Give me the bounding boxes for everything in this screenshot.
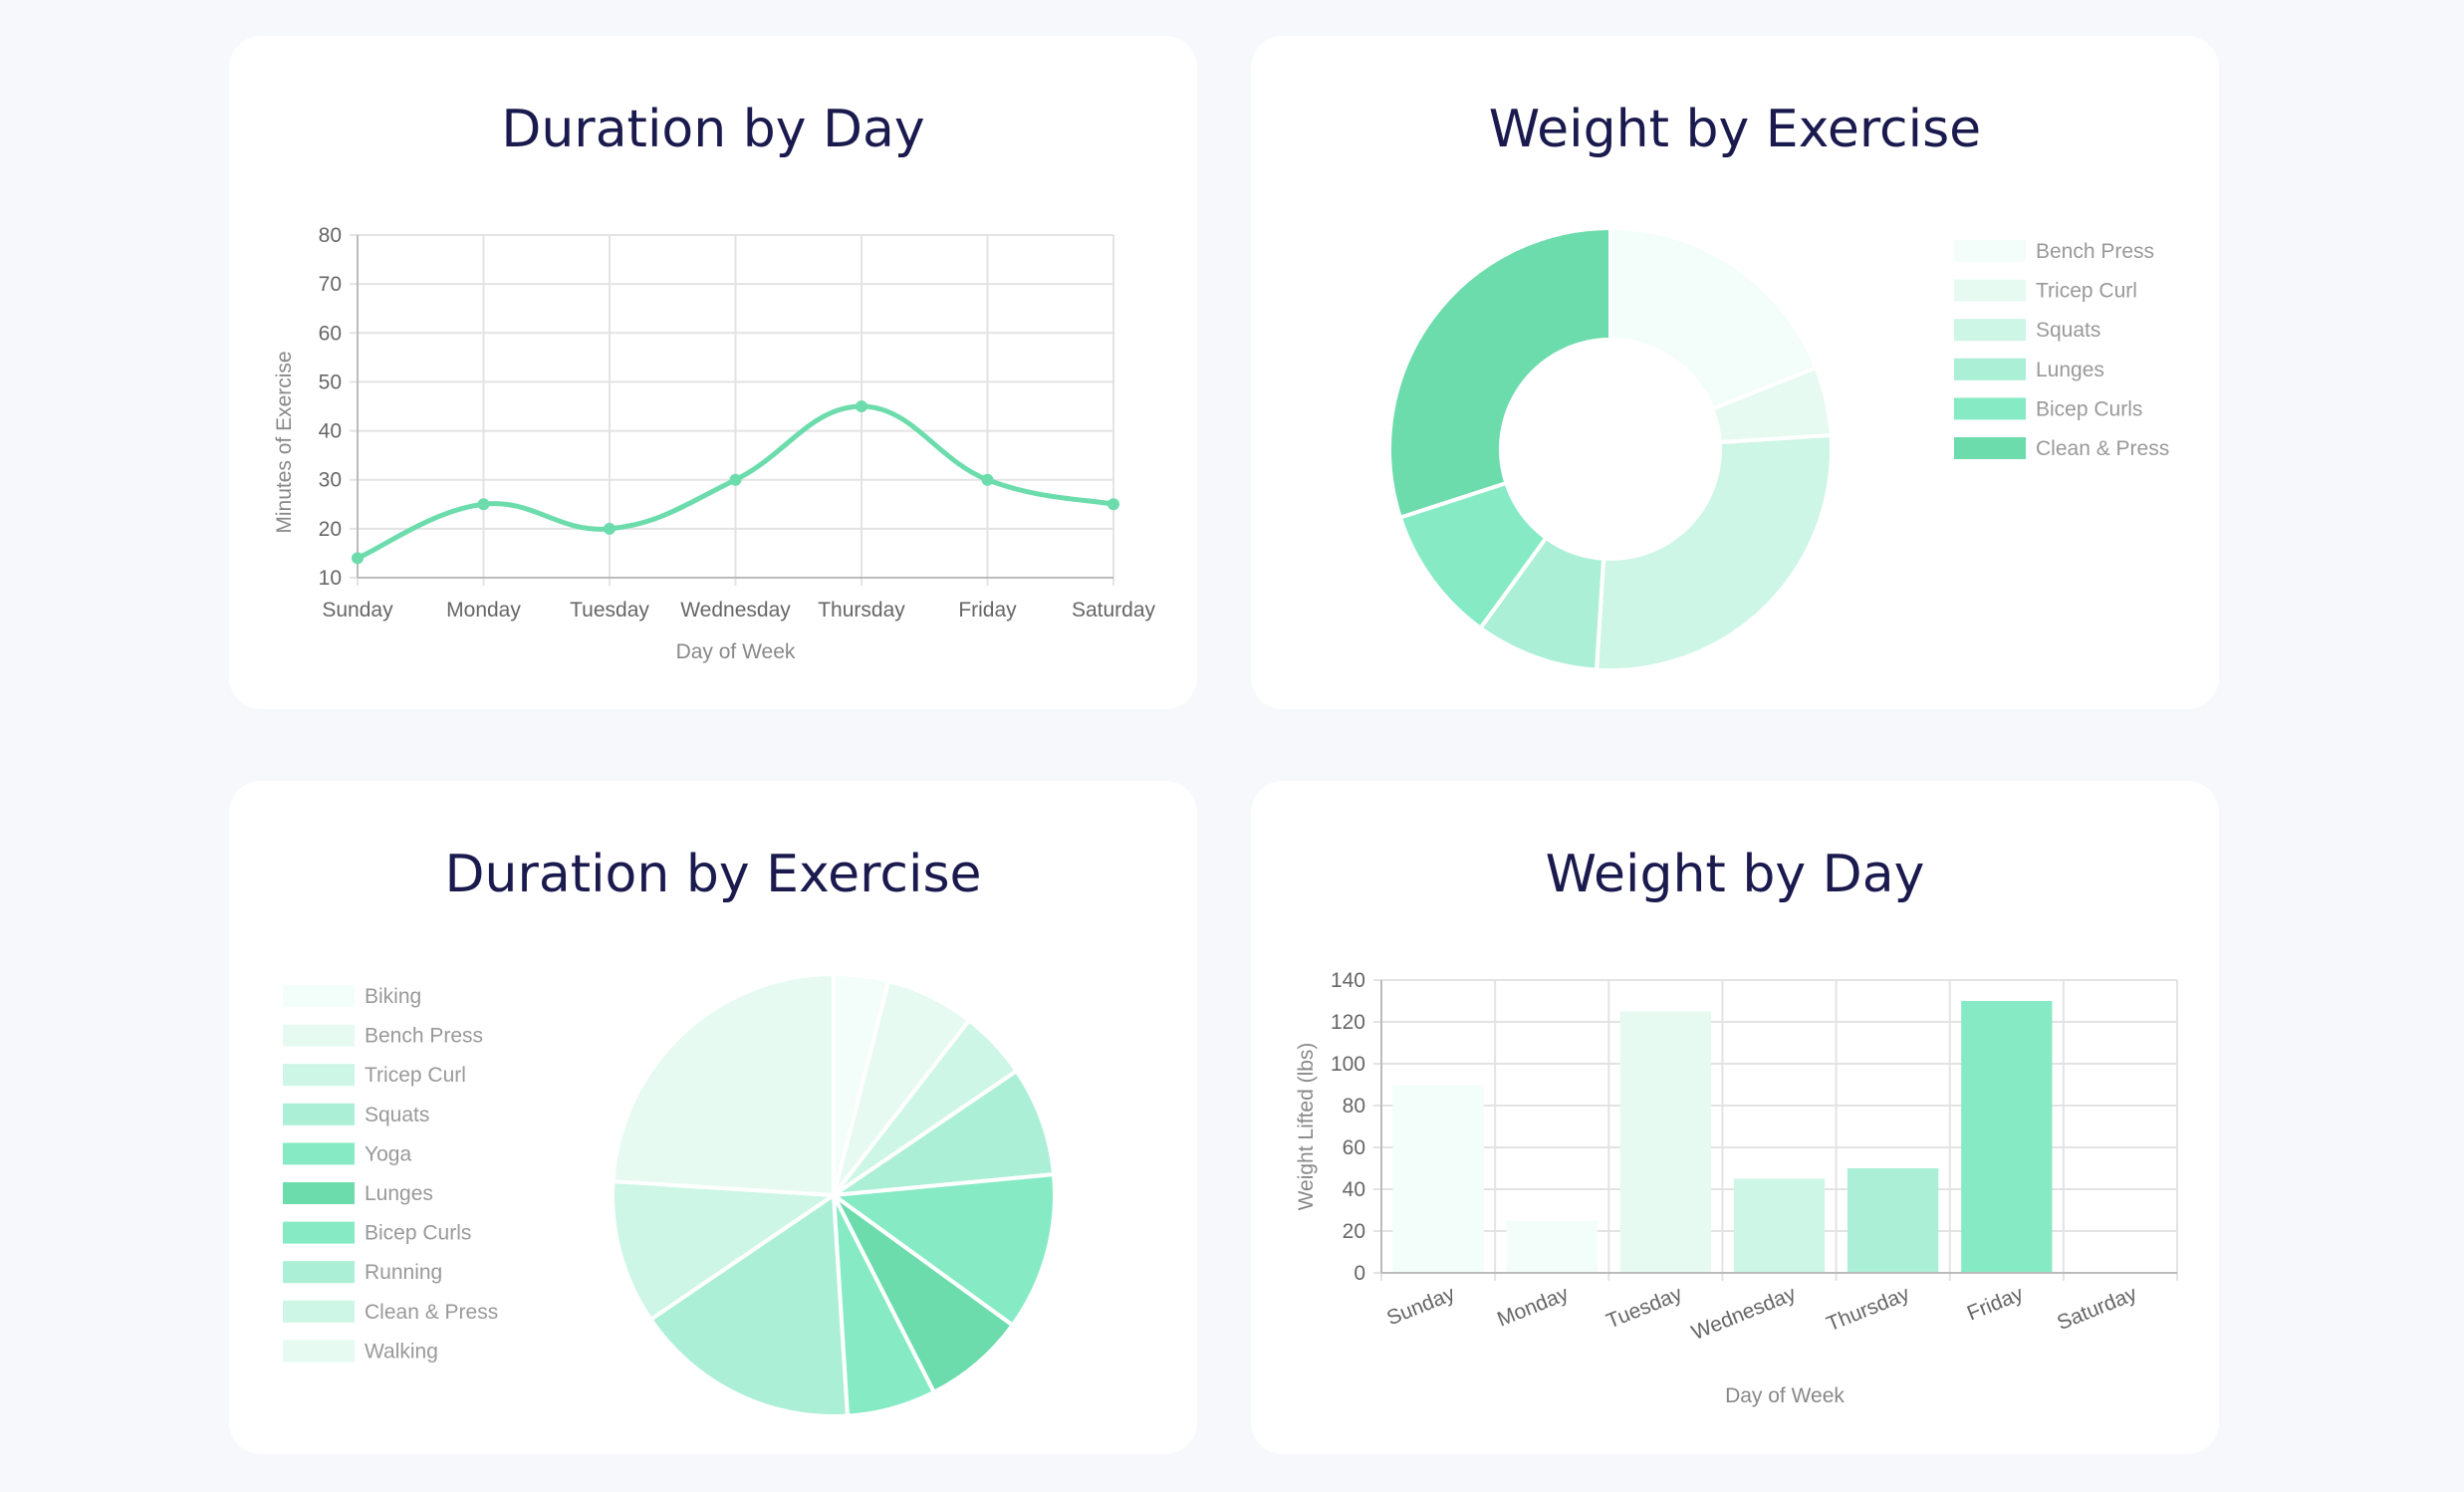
y-tick-label: 140 [1331,969,1365,992]
legend-label: Running [365,1261,442,1284]
legend-swatch [283,1261,355,1284]
legend-label: Clean & Press [365,1301,498,1324]
legend-label: Walking [365,1340,438,1363]
data-point [477,498,490,511]
legend-swatch [283,1142,355,1165]
y-tick-label: 70 [319,273,342,296]
legend-swatch [1954,279,2026,302]
y-axis-title: Weight Lifted (lbs) [1295,1043,1318,1211]
x-tick-label: Monday [1494,1282,1572,1331]
weight-by-day-card: Weight by Day 0 20 40 60 80 100 120 140 Sunday Mo… [1251,781,2219,1454]
x-tick-label: Sunday [322,599,393,622]
legend-swatch [283,985,355,1007]
y-tick-label: 30 [319,469,342,492]
legend-label: Yoga [365,1142,411,1165]
y-tick-label: 20 [319,518,342,541]
x-tick-label: Friday [1964,1282,2027,1325]
data-point [1108,498,1119,511]
bar [1847,1168,1939,1273]
x-tick-label: Thursday [818,599,905,622]
duration-by-exercise-chart: Biking Bench Press Tricep Curl Squats Yoga Lu… [283,971,1057,1418]
data-point [352,552,364,565]
x-tick-label: Monday [446,599,521,622]
legend-swatch [1954,397,2026,420]
x-tick-label: Saturday [1072,599,1156,622]
legend-label: Lunges [365,1182,433,1205]
legend-label: Bench Press [365,1025,483,1048]
weight-by-day-chart: 0 20 40 60 80 100 120 140 Sunday Monday Tuesday Wed… [1295,969,2178,1407]
x-axis-title: Day of Week [676,640,796,663]
y-tick-label: 0 [1354,1262,1365,1285]
legend-label: Tricep Curl [365,1064,466,1087]
weight-by-exercise-chart: Bench Press Tricep Curl Squats Lunges Bicep … [1387,225,2169,672]
y-tick-label: 20 [1343,1220,1365,1243]
bar [1733,1178,1826,1273]
legend-label: Lunges [2036,359,2104,381]
legend-label: Biking [365,985,421,1008]
x-tick-label: Friday [958,599,1017,622]
y-tick-label: 40 [319,420,342,443]
x-tick-label: Thursday [1824,1282,1913,1336]
legend-swatch [283,1024,355,1047]
slice [1387,225,1612,521]
slice [1594,432,1834,672]
duration-by-day-card: Duration by Day 10 20 30 40 50 60 70 80 Sunday Mo… [229,36,1197,709]
legend-label: Bench Press [2036,240,2154,263]
legend-swatch [1954,240,2026,262]
x-tick-label: Tuesday [570,599,649,622]
y-tick-label: 120 [1331,1011,1365,1034]
y-tick-label: 60 [319,322,342,345]
x-tick-label: Wednesday [1688,1282,1800,1345]
legend-swatch [283,1340,355,1363]
data-point [729,473,742,486]
legend-swatch [283,1064,355,1087]
x-tick-label: Saturday [2054,1282,2140,1335]
y-tick-label: 80 [319,224,342,247]
duration-by-exercise-card: Duration by Exercise Biking Bench Press Tr… [229,781,1197,1454]
y-tick-label: 40 [1343,1178,1365,1201]
legend-swatch [1954,437,2026,459]
slice [611,971,836,1198]
bar [1506,1220,1598,1273]
y-tick-label: 80 [1343,1095,1365,1118]
x-tick-label: Tuesday [1603,1282,1686,1333]
legend-swatch [283,1103,355,1125]
legend-label: Clean & Press [2036,437,2169,460]
legend-swatch [1954,358,2026,380]
legend-label: Squats [365,1104,429,1126]
y-tick-label: 60 [1343,1136,1365,1159]
x-tick-label: Sunday [1383,1282,1458,1330]
x-tick-label: Wednesday [680,599,791,622]
legend-swatch [283,1221,355,1244]
legend-label: Squats [2036,319,2100,342]
bar [1392,1085,1484,1273]
bar [1961,1001,2053,1273]
legend-swatch [1954,319,2026,342]
legend-swatch [283,1182,355,1204]
y-tick-label: 100 [1331,1053,1365,1076]
bar [1619,1011,1712,1273]
y-tick-label: 10 [319,567,342,590]
legend-label: Bicep Curls [365,1222,471,1245]
x-axis-title: Day of Week [1725,1384,1845,1407]
y-axis-title: Minutes of Exercise [273,351,296,533]
data-point [856,400,867,412]
y-tick-label: 50 [319,371,342,393]
data-point [981,473,994,486]
duration-by-day-chart: 10 20 30 40 50 60 70 80 Sunday Monday Tuesday Wedne… [273,224,1156,663]
legend-swatch [283,1300,355,1323]
legend-label: Tricep Curl [2036,280,2137,303]
data-point [604,522,616,535]
legend-label: Bicep Curls [2036,397,2142,420]
weight-by-exercise-card: Weight by Exercise Bench Press Tricep Cur… [1251,36,2219,709]
